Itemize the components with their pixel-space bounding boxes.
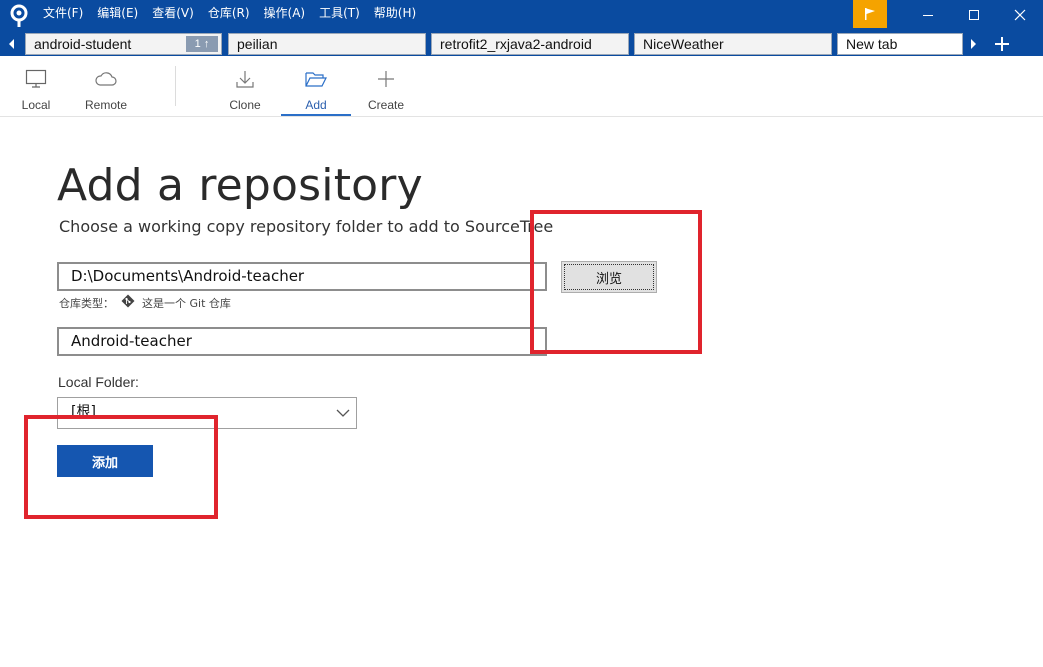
menu-view[interactable]: 查看(V): [145, 1, 201, 25]
flag-icon: [865, 8, 875, 20]
tab-bar: android-student 1 ↑ peilian retrofit2_rx…: [0, 32, 1043, 56]
sourcetree-logo-icon: [10, 4, 28, 27]
monitor-icon: [25, 69, 47, 88]
bookmark-name-input[interactable]: Android-teacher: [57, 327, 547, 356]
push-count-badge: 1 ↑: [186, 36, 218, 52]
menu-edit[interactable]: 编辑(E): [90, 1, 145, 25]
menu-bar: 文件(F) 编辑(E) 查看(V) 仓库(R) 操作(A) 工具(T) 帮助(H…: [36, 0, 423, 26]
repository-path-input[interactable]: D:\Documents\Android-teacher: [57, 262, 547, 291]
tab-scroll-right-button[interactable]: [966, 35, 980, 53]
menu-help[interactable]: 帮助(H): [367, 1, 423, 25]
menu-repository[interactable]: 仓库(R): [201, 1, 257, 25]
cloud-icon: [95, 72, 117, 86]
page-title: Add a repository: [57, 160, 423, 211]
repo-type-label: 仓库类型：: [59, 297, 114, 310]
minimize-icon: [923, 15, 933, 16]
local-label: Local: [21, 98, 51, 112]
clone-button[interactable]: Clone: [222, 56, 268, 116]
tab-label: peilian: [237, 36, 278, 52]
local-button[interactable]: Local: [15, 56, 57, 116]
tab-label: retrofit2_rxjava2-android: [440, 36, 592, 52]
tab-label: NiceWeather: [643, 36, 724, 52]
create-label: Create: [367, 98, 405, 112]
page-subtitle: Choose a working copy repository folder …: [59, 217, 554, 236]
flag-button[interactable]: [853, 0, 887, 28]
repo-type-value: 这是一个 Git 仓库: [142, 297, 231, 310]
close-button[interactable]: [997, 0, 1043, 30]
menu-file[interactable]: 文件(F): [36, 1, 90, 25]
maximize-button[interactable]: [951, 0, 997, 30]
chevron-down-icon: [336, 409, 350, 417]
create-button[interactable]: Create: [362, 56, 410, 116]
tab-niceweather[interactable]: NiceWeather: [634, 33, 832, 55]
new-tab-button[interactable]: [988, 32, 1016, 56]
menu-tools[interactable]: 工具(T): [312, 1, 367, 25]
minimize-button[interactable]: [905, 0, 951, 30]
add-label: Add: [305, 98, 327, 112]
add-tab-button[interactable]: Add: [281, 56, 351, 116]
menu-actions[interactable]: 操作(A): [257, 1, 313, 25]
close-icon: [1014, 9, 1026, 21]
annotation-box-add: [24, 415, 218, 519]
clone-label: Clone: [229, 98, 261, 112]
annotation-box-browse: [530, 210, 702, 354]
chevron-left-icon: [9, 39, 14, 49]
title-bar: 文件(F) 编辑(E) 查看(V) 仓库(R) 操作(A) 工具(T) 帮助(H…: [0, 0, 1043, 32]
local-folder-label: Local Folder:: [58, 374, 139, 390]
tab-peilian[interactable]: peilian: [228, 33, 426, 55]
plus-icon: [378, 71, 394, 87]
git-icon: [121, 294, 135, 308]
download-icon: [236, 71, 254, 88]
maximize-icon: [969, 10, 979, 20]
toolbar: Local Remote Clone Add Create: [0, 56, 1043, 117]
tab-retrofit2[interactable]: retrofit2_rxjava2-android: [431, 33, 629, 55]
tab-android-student[interactable]: android-student 1 ↑: [25, 33, 222, 55]
plus-icon: [995, 37, 1009, 51]
toolbar-separator: [175, 66, 176, 106]
tab-label: android-student: [34, 36, 132, 52]
tab-label: New tab: [846, 36, 898, 52]
tab-new-tab[interactable]: New tab: [837, 33, 963, 55]
folder-open-icon: [305, 72, 327, 87]
remote-label: Remote: [84, 98, 128, 112]
tab-scroll-left-button[interactable]: [6, 35, 18, 53]
remote-button[interactable]: Remote: [80, 56, 132, 116]
chevron-right-icon: [971, 39, 976, 49]
